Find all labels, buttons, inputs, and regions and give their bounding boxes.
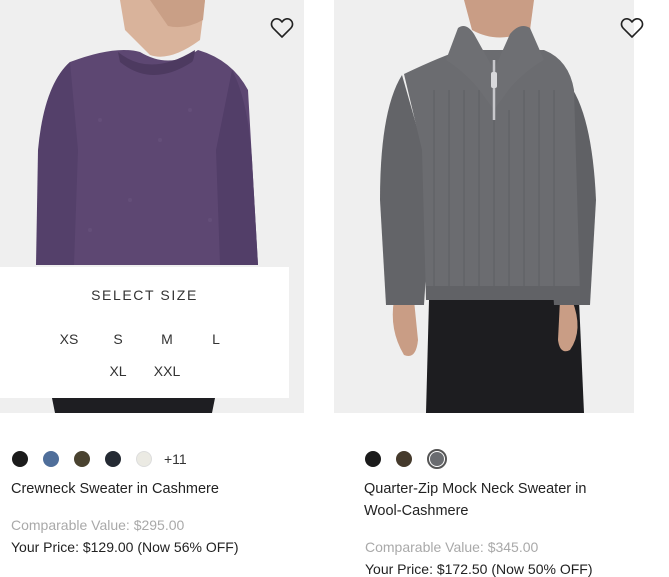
selected-swatch-fill bbox=[430, 452, 444, 466]
quarter-zip-sweater-photo bbox=[380, 0, 596, 413]
product-card-crewneck[interactable]: SELECT SIZE XS S M L XL XXL bbox=[0, 0, 304, 413]
discount-text: (Now 56% OFF) bbox=[137, 539, 239, 555]
comparable-amount: $345.00 bbox=[487, 539, 539, 555]
more-colors-link[interactable]: +11 bbox=[164, 451, 187, 467]
product-image-quarter-zip[interactable] bbox=[334, 0, 634, 413]
color-swatch-ivory[interactable] bbox=[136, 451, 152, 467]
product-card-quarter-zip[interactable] bbox=[334, 0, 644, 413]
your-price-crewneck: Your Price: $129.00 (Now 56% OFF) bbox=[11, 539, 238, 555]
color-swatch-navy[interactable] bbox=[105, 451, 121, 467]
size-selector-panel: SELECT SIZE XS S M L XL XXL bbox=[0, 267, 289, 398]
price-amount: $129.00 bbox=[82, 539, 134, 555]
comparable-value-quarter-zip: Comparable Value: $345.00 bbox=[365, 539, 538, 555]
product-title-crewneck[interactable]: Crewneck Sweater in Cashmere bbox=[11, 478, 219, 500]
size-option-l[interactable]: L bbox=[196, 329, 236, 349]
price-label: Your Price: bbox=[11, 539, 79, 555]
comparable-value-crewneck: Comparable Value: $295.00 bbox=[11, 517, 184, 533]
size-option-m[interactable]: M bbox=[147, 329, 187, 349]
color-swatches-crewneck: +11 bbox=[12, 449, 187, 469]
color-swatch-olive[interactable] bbox=[74, 451, 90, 467]
size-option-xl[interactable]: XL bbox=[98, 361, 138, 381]
wishlist-heart-icon[interactable] bbox=[268, 14, 296, 42]
comparable-amount: $295.00 bbox=[133, 517, 185, 533]
color-swatch-blue[interactable] bbox=[43, 451, 59, 467]
size-option-xxl[interactable]: XXL bbox=[147, 361, 187, 381]
size-option-s[interactable]: S bbox=[98, 329, 138, 349]
product-title-line2: Wool-Cashmere bbox=[364, 503, 469, 519]
product-title-line1: Quarter-Zip Mock Neck Sweater in bbox=[364, 481, 587, 497]
wishlist-heart-icon[interactable] bbox=[618, 14, 646, 42]
color-swatch-brown[interactable] bbox=[396, 451, 412, 467]
color-swatch-black[interactable] bbox=[365, 451, 381, 467]
color-swatches-quarter-zip bbox=[365, 449, 462, 469]
size-option-xs[interactable]: XS bbox=[49, 329, 89, 349]
product-image-crewneck[interactable]: SELECT SIZE XS S M L XL XXL bbox=[0, 0, 304, 413]
color-swatch-black[interactable] bbox=[12, 451, 28, 467]
color-swatch-grey-selected[interactable] bbox=[427, 449, 447, 469]
comparable-label: Comparable Value: bbox=[365, 539, 484, 555]
product-title-quarter-zip[interactable]: Quarter-Zip Mock Neck Sweater in Wool-Ca… bbox=[364, 478, 586, 522]
size-panel-title: SELECT SIZE bbox=[91, 287, 198, 303]
comparable-label: Comparable Value: bbox=[11, 517, 130, 533]
